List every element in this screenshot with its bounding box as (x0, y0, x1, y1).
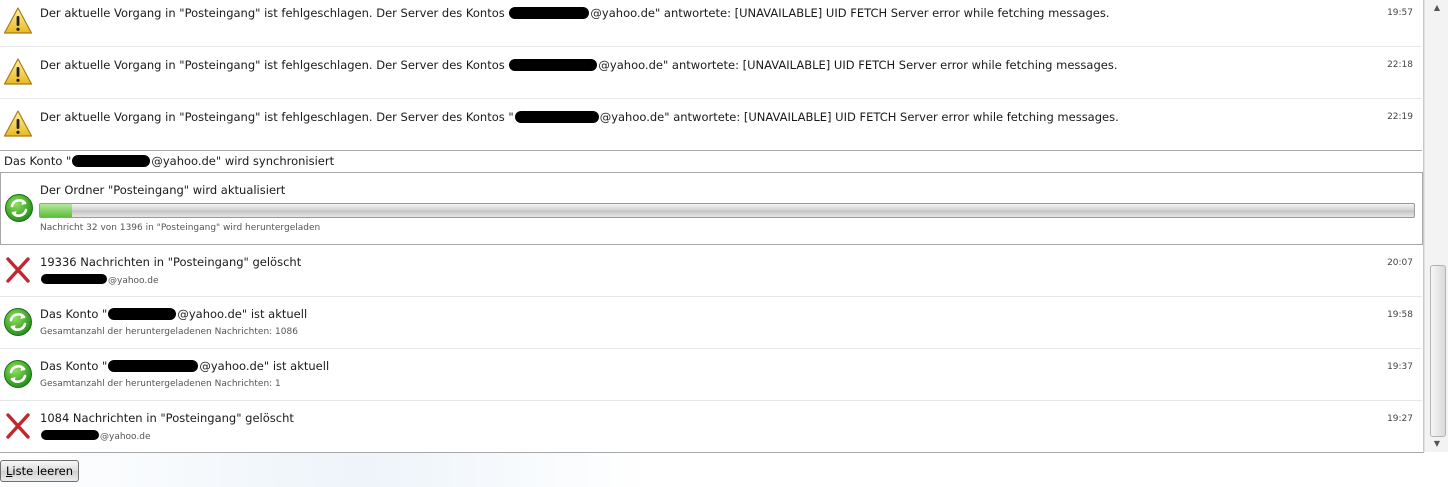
bottom-bar (0, 453, 1448, 487)
delete-icon (3, 411, 33, 441)
redacted-text (108, 308, 177, 320)
sync-account-header: Das Konto " @yahoo.de" wird synchronisier… (4, 154, 335, 168)
activity-title: 1084 Nachrichten in "Posteingang" gelösc… (40, 411, 294, 425)
list-item[interactable]: Der aktuelle Vorgang in "Posteingang" is… (0, 99, 1422, 151)
list-item[interactable]: 19336 Nachrichten in "Posteingang" gelös… (0, 245, 1422, 297)
list-item[interactable]: Der aktuelle Vorgang in "Posteingang" is… (0, 0, 1422, 47)
sync-icon (3, 307, 33, 337)
redacted-text (108, 360, 199, 372)
activity-title: Das Konto " @yahoo.de" ist aktuell (40, 359, 330, 373)
sync-progress-item[interactable]: Der Ordner "Posteingang" wird aktualisie… (0, 172, 1423, 245)
timestamp: 19:58 (1387, 310, 1413, 320)
timestamp: 19:27 (1387, 414, 1413, 424)
folder-status: Der Ordner "Posteingang" wird aktualisie… (40, 183, 286, 197)
warning-icon (3, 109, 33, 139)
timestamp: 22:19 (1387, 112, 1413, 122)
error-message: Der aktuelle Vorgang in "Posteingang" is… (40, 6, 1110, 20)
list-item[interactable]: Das Konto " @yahoo.de" ist aktuell Gesamt… (0, 349, 1422, 401)
activity-subtitle: @yahoo.de (40, 430, 151, 442)
progress-detail: Nachricht 32 von 1396 in "Posteingang" w… (40, 223, 321, 233)
scroll-up-arrow-icon[interactable]: ▲ (1430, 2, 1444, 14)
progress-fill (40, 204, 72, 217)
error-message: Der aktuelle Vorgang in "Posteingang" is… (40, 58, 1118, 72)
vertical-scrollbar[interactable]: ▲ ▼ (1424, 0, 1448, 452)
redacted-text (41, 274, 107, 284)
redacted-text (514, 111, 599, 123)
redacted-text (509, 59, 598, 71)
clear-list-button[interactable]: Liste leeren (0, 460, 80, 482)
warning-icon (3, 6, 33, 36)
activity-subtitle: Gesamtanzahl der heruntergeladenen Nachr… (40, 327, 298, 337)
delete-icon (3, 255, 33, 285)
error-message: Der aktuelle Vorgang in "Posteingang" is… (40, 110, 1119, 124)
timestamp: 22:18 (1387, 60, 1413, 70)
activity-subtitle: Gesamtanzahl der heruntergeladenen Nachr… (40, 379, 281, 389)
redacted-text (72, 155, 151, 167)
scroll-down-arrow-icon[interactable]: ▼ (1430, 438, 1444, 450)
activity-subtitle: @yahoo.de (40, 274, 159, 286)
activity-title: 19336 Nachrichten in "Posteingang" gelös… (40, 255, 302, 269)
timestamp: 20:07 (1387, 258, 1413, 268)
list-item[interactable]: Der aktuelle Vorgang in "Posteingang" is… (0, 47, 1422, 99)
sync-icon (4, 193, 34, 223)
timestamp: 19:37 (1387, 362, 1413, 372)
list-item[interactable]: 1084 Nachrichten in "Posteingang" gelösc… (0, 401, 1422, 452)
redacted-text (509, 7, 590, 19)
activity-title: Das Konto " @yahoo.de" ist aktuell (40, 307, 308, 321)
timestamp: 19:57 (1387, 8, 1413, 18)
sync-icon (3, 359, 33, 389)
warning-icon (3, 57, 33, 87)
list-item[interactable]: Das Konto " @yahoo.de" ist aktuell Gesamt… (0, 297, 1422, 349)
progress-bar (39, 203, 1415, 218)
activity-list: Der aktuelle Vorgang in "Posteingang" is… (0, 0, 1424, 453)
redacted-text (41, 430, 99, 440)
scroll-thumb[interactable] (1430, 265, 1446, 437)
